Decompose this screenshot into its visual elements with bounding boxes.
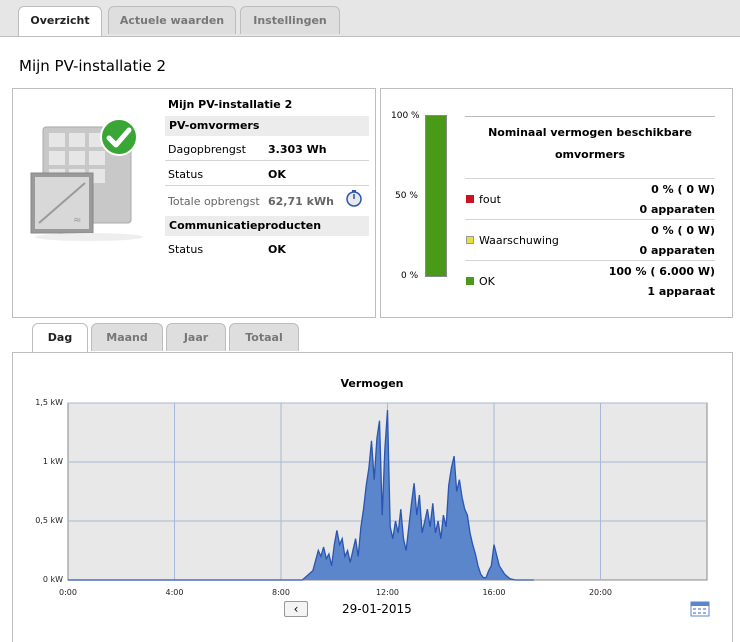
power-chart xyxy=(67,402,708,581)
previous-day-button[interactable]: ‹ xyxy=(284,601,308,617)
x-tick-label: 4:00 xyxy=(165,588,184,597)
date-label: 29-01-2015 xyxy=(342,602,412,616)
calendar-icon[interactable] xyxy=(690,599,710,617)
x-tick-label: 12:00 xyxy=(375,588,400,597)
chevron-left-icon: ‹ xyxy=(293,602,299,616)
y-tick-label: 0,5 kW xyxy=(35,516,63,525)
y-tick-label: 1 kW xyxy=(42,457,63,466)
y-tick-label: 0 kW xyxy=(42,575,63,584)
x-tick-label: 20:00 xyxy=(588,588,613,597)
y-tick-label: 1,5 kW xyxy=(35,398,63,407)
x-tick-label: 0:00 xyxy=(59,588,77,597)
x-tick-label: 16:00 xyxy=(482,588,506,597)
x-tick-label: 8:00 xyxy=(272,588,290,597)
